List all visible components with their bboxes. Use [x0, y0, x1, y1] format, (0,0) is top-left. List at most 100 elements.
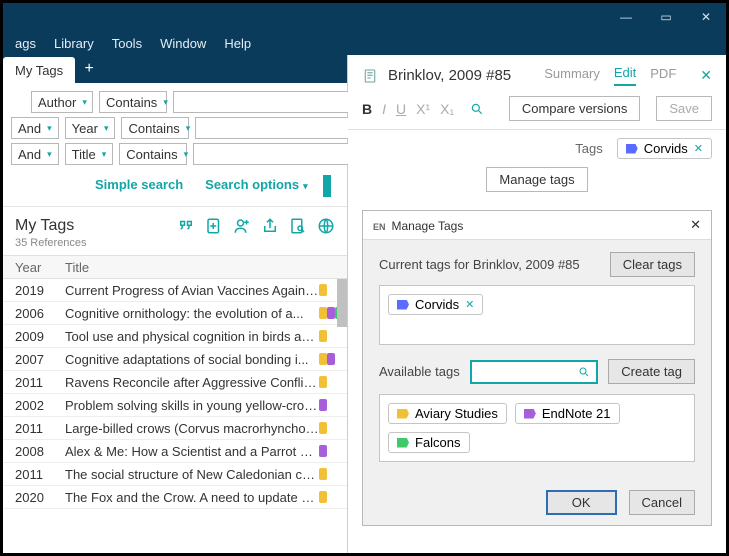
tab-pdf[interactable]: PDF: [650, 66, 676, 85]
cell-title: Ravens Reconcile after Aggressive Confli…: [59, 375, 319, 390]
table-row[interactable]: 2007Cognitive adaptations of social bond…: [3, 348, 347, 371]
cell-tags: [319, 422, 347, 434]
cell-year: 2011: [3, 467, 59, 482]
tag-indicator-icon: [327, 353, 335, 365]
search-panel: Author▾ Contains▾ And▾ Year▾ Contains▾ A…: [3, 83, 347, 206]
endnote-logo-icon: EN: [373, 222, 386, 232]
italic-icon[interactable]: I: [382, 101, 386, 117]
tag-corvids[interactable]: Corvids✕: [617, 138, 712, 159]
tag-indicator-icon: [319, 376, 327, 388]
available-tag[interactable]: EndNote 21: [515, 403, 620, 424]
create-tag-button[interactable]: Create tag: [608, 359, 695, 384]
search-field-1[interactable]: Year▾: [65, 117, 116, 139]
cancel-button[interactable]: Cancel: [629, 490, 695, 515]
menu-library[interactable]: Library: [46, 34, 102, 53]
tag-search-input[interactable]: [470, 360, 599, 384]
dialog-close-icon[interactable]: ✕: [690, 217, 701, 233]
simple-search-link[interactable]: Simple search: [95, 177, 183, 192]
table-row[interactable]: 2008Alex & Me: How a Scientist and a Par…: [3, 440, 347, 463]
underline-icon[interactable]: U: [396, 101, 406, 117]
tab-edit[interactable]: Edit: [614, 65, 636, 86]
search-bool-2[interactable]: And▾: [11, 143, 59, 165]
cell-tags: [319, 376, 347, 388]
menu-help[interactable]: Help: [216, 34, 259, 53]
available-tag[interactable]: Falcons: [388, 432, 470, 453]
cell-year: 2020: [3, 490, 59, 505]
available-tags-label: Available tags: [379, 364, 460, 379]
reference-icon: [362, 68, 378, 84]
titlebar: — ▭ ✕: [3, 3, 726, 31]
available-tags-box: Aviary Studies EndNote 21 Falcons: [379, 394, 695, 462]
search-run-button[interactable]: [323, 175, 331, 197]
column-title[interactable]: Title: [59, 260, 347, 275]
scrollbar[interactable]: [337, 279, 347, 327]
search-op-2[interactable]: Contains▾: [119, 143, 187, 165]
cell-title: Tool use and physical cognition in birds…: [59, 329, 319, 344]
web-icon[interactable]: [317, 217, 335, 235]
menu-tags[interactable]: ags: [7, 34, 44, 53]
table-row[interactable]: 2011Large-billed crows (Corvus macrorhyn…: [3, 417, 347, 440]
window-minimize-button[interactable]: —: [606, 3, 646, 31]
dialog-subtitle: Current tags for Brinklov, 2009 #85: [379, 257, 580, 272]
column-year[interactable]: Year: [3, 260, 59, 275]
search-options-link[interactable]: Search options▾: [205, 177, 307, 192]
table-row[interactable]: 2011Ravens Reconcile after Aggressive Co…: [3, 371, 347, 394]
tag-indicator-icon: [319, 284, 327, 296]
search-field-0[interactable]: Author▾: [31, 91, 93, 113]
tab-summary[interactable]: Summary: [544, 66, 600, 85]
cell-tags: [319, 468, 347, 480]
cell-year: 2009: [3, 329, 59, 344]
tag-indicator-icon: [319, 399, 327, 411]
share-user-icon[interactable]: [233, 217, 251, 235]
subscript-icon[interactable]: X₁: [440, 101, 454, 117]
tab-my-tags[interactable]: My Tags: [3, 57, 75, 83]
table-row[interactable]: 2020The Fox and the Crow. A need to upda…: [3, 486, 347, 509]
export-icon[interactable]: [261, 217, 279, 235]
cell-year: 2008: [3, 444, 59, 459]
superscript-icon[interactable]: X¹: [416, 101, 430, 117]
available-tag[interactable]: Aviary Studies: [388, 403, 507, 424]
cell-year: 2006: [3, 306, 59, 321]
search-bool-1[interactable]: And▾: [11, 117, 59, 139]
menu-tools[interactable]: Tools: [104, 34, 150, 53]
remove-tag-icon[interactable]: ✕: [465, 298, 474, 311]
group-title: My Tags: [15, 217, 87, 235]
search-icon[interactable]: [470, 102, 484, 116]
close-panel-icon[interactable]: ✕: [700, 67, 712, 84]
current-tag-corvids[interactable]: Corvids✕: [388, 294, 483, 315]
cell-tags: [319, 330, 347, 342]
menu-window[interactable]: Window: [152, 34, 214, 53]
search-field-2[interactable]: Title▾: [65, 143, 114, 165]
table-row[interactable]: 2002Problem solving skills in young yell…: [3, 394, 347, 417]
cell-title: The social structure of New Caledonian c…: [59, 467, 319, 482]
table-row[interactable]: 2009Tool use and physical cognition in b…: [3, 325, 347, 348]
manage-tags-button[interactable]: Manage tags: [486, 167, 587, 192]
tag-indicator-icon: [319, 422, 327, 434]
table-row[interactable]: 2011The social structure of New Caledoni…: [3, 463, 347, 486]
window-maximize-button[interactable]: ▭: [646, 3, 686, 31]
cell-title: Problem solving skills in young yellow-c…: [59, 398, 319, 413]
new-reference-icon[interactable]: [205, 217, 223, 235]
tab-strip: My Tags +: [3, 55, 347, 83]
tab-add-button[interactable]: +: [75, 55, 103, 83]
ok-button[interactable]: OK: [546, 490, 617, 515]
reference-table: Year Title 2019Current Progress of Avian…: [3, 255, 347, 553]
reference-title: Brinklov, 2009 #85: [388, 67, 511, 84]
table-row[interactable]: 2006Cognitive ornithology: the evolution…: [3, 302, 347, 325]
cite-icon[interactable]: [177, 217, 195, 235]
compare-versions-button[interactable]: Compare versions: [509, 96, 641, 121]
tag-indicator-icon: [319, 330, 327, 342]
remove-tag-icon[interactable]: ✕: [694, 142, 703, 155]
current-tags-box: Corvids✕: [379, 285, 695, 345]
search-op-0[interactable]: Contains▾: [99, 91, 167, 113]
save-button[interactable]: Save: [656, 96, 712, 121]
table-row[interactable]: 2019Current Progress of Avian Vaccines A…: [3, 279, 347, 302]
search-icon: [578, 366, 590, 378]
bold-icon[interactable]: B: [362, 101, 372, 117]
window-close-button[interactable]: ✕: [686, 3, 726, 31]
find-fulltext-icon[interactable]: [289, 217, 307, 235]
search-op-1[interactable]: Contains▾: [121, 117, 189, 139]
clear-tags-button[interactable]: Clear tags: [610, 252, 695, 277]
cell-title: Large-billed crows (Corvus macrorhynchos…: [59, 421, 319, 436]
search-value-0[interactable]: [173, 91, 359, 113]
